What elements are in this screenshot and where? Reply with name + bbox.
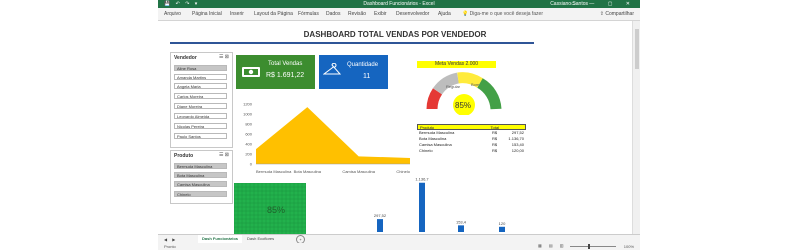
slicer-item[interactable]: Aline Rosa xyxy=(174,65,227,71)
title-bar: 💾 ↶ ↷ ▾ Dashboard Funcionários - Excel C… xyxy=(158,0,640,8)
slicer-item[interactable]: Angela Maria xyxy=(174,83,227,89)
status-ready: Pronto xyxy=(164,244,176,249)
bar[interactable] xyxy=(377,219,383,232)
gauge-label-bom: Bom xyxy=(471,82,480,87)
slicer-item[interactable]: Camisa Masculina xyxy=(174,181,227,187)
dashboard-title: DASHBOARD TOTAL VENDAS POR VENDEDOR xyxy=(303,30,487,39)
ribbon-tabs: Arquivo Página Inicial Inserir Layout da… xyxy=(158,8,640,21)
bar[interactable] xyxy=(458,225,464,232)
view-buttons[interactable]: ▦ ▤ ▥ xyxy=(538,243,567,248)
table-cell: Chinelo xyxy=(419,148,433,153)
vertical-scrollbar[interactable] xyxy=(632,21,640,234)
total-vendas-label: Total Vendas xyxy=(268,61,303,67)
scroll-thumb[interactable] xyxy=(635,29,639,69)
slicer-filter-icons[interactable]: ☰ ⊠ xyxy=(219,152,229,158)
money-icon xyxy=(242,67,260,77)
tab-ajuda[interactable]: Ajuda xyxy=(438,11,451,17)
sheet-nav-arrows[interactable]: ◀ ▶ xyxy=(164,237,177,242)
slicer-item[interactable]: Nicolas Pereira xyxy=(174,123,227,129)
total-vendas-value: R$ 1.691,22 xyxy=(266,72,305,79)
table-row: Chinelo R$ 120,00 xyxy=(417,148,526,154)
area-y-tick-label: 200 xyxy=(245,152,252,157)
tab-layout-pagina[interactable]: Layout da Página xyxy=(254,11,293,17)
product-total-table: Produto Total Bermuda Masculina R$ 297,5… xyxy=(417,124,526,154)
bar-data-label: 297,52 xyxy=(374,213,387,218)
tab-arquivo[interactable]: Arquivo xyxy=(164,11,181,17)
slicer-item[interactable]: Amanda Martins xyxy=(174,74,227,80)
area-y-tick-label: 1000 xyxy=(243,112,253,117)
slicer-item[interactable]: Leonardo Almeida xyxy=(174,113,227,119)
tab-revisao[interactable]: Revisão xyxy=(348,11,366,17)
gauge-percent: 85% xyxy=(455,101,471,110)
zoom-slider-knob[interactable] xyxy=(588,244,590,249)
zoom-slider[interactable] xyxy=(570,246,616,247)
quantidade-label: Quantidade xyxy=(347,62,379,68)
title-underline xyxy=(170,42,534,44)
bar-chart[interactable]: 297,52 1.136,7 153,4 120 xyxy=(310,170,520,234)
gauge-chart: Regular Bom 85% xyxy=(426,72,502,115)
slicer-item[interactable]: Carlos Moreira xyxy=(174,93,227,99)
zoom-level[interactable]: 100% xyxy=(624,244,634,249)
tab-inserir[interactable]: Inserir xyxy=(230,11,244,17)
waffle-chart: 85% xyxy=(234,183,306,234)
share-label: Compartilhar xyxy=(605,11,634,17)
share-button[interactable]: ⇪ Compartilhar xyxy=(600,11,634,17)
slicer-item[interactable]: Bota Masculina xyxy=(174,172,227,178)
slicer-produto-title: Produto xyxy=(174,153,194,159)
tab-formulas[interactable]: Fórmulas xyxy=(298,11,319,17)
area-x-tick-label: Bermuda Masculina xyxy=(256,169,292,174)
bar-data-label: 1.136,7 xyxy=(415,177,429,182)
tell-me-text: Diga-me o que você deseja fazer xyxy=(469,11,543,17)
slicer-item[interactable]: Bermuda Masculina xyxy=(174,163,227,169)
hanger-icon xyxy=(323,63,341,75)
tab-pagina-inicial[interactable]: Página Inicial xyxy=(192,11,222,17)
table-cell: R$ xyxy=(492,148,498,153)
bar[interactable] xyxy=(419,182,425,232)
area-y-tick-label: 800 xyxy=(245,122,252,127)
slicer-vendedor-title: Vendedor xyxy=(174,55,197,61)
gauge-label-regular: Regular xyxy=(446,84,461,89)
waffle-percent: 85% xyxy=(267,205,285,215)
slicer-filter-icons[interactable]: ☰ ⊠ xyxy=(219,54,229,60)
slicer-item[interactable]: Chinelo xyxy=(174,191,227,197)
tab-dados[interactable]: Dados xyxy=(326,11,340,17)
table-cell: 120,00 xyxy=(511,148,524,153)
window-controls[interactable]: ▭ — ▢ ✕ xyxy=(571,0,636,8)
tab-desenvolvedor[interactable]: Desenvolvedor xyxy=(396,11,429,17)
excel-window: 💾 ↶ ↷ ▾ Dashboard Funcionários - Excel C… xyxy=(158,0,640,250)
slicer-item[interactable]: Diane Moreira xyxy=(174,103,227,109)
quantidade-card: Quantidade 11 xyxy=(319,55,388,89)
gauge-title: Meta Vendas 2.000 xyxy=(417,61,496,68)
slicer-produto[interactable]: Produto ☰ ⊠ Bermuda Masculina Bota Mascu… xyxy=(170,150,233,204)
slicer-item[interactable]: Paulo Santos xyxy=(174,133,227,139)
area-y-tick-label: 0 xyxy=(250,162,253,167)
slicer-vendedor[interactable]: Vendedor ☰ ⊠ Aline Rosa Amanda Martins A… xyxy=(170,52,233,148)
total-vendas-card: Total Vendas R$ 1.691,22 xyxy=(236,55,315,89)
area-series xyxy=(256,107,410,164)
area-y-tick-label: 600 xyxy=(245,132,252,137)
tell-me-search[interactable]: 💡 Diga-me o que você deseja fazer xyxy=(462,11,543,17)
area-chart[interactable]: 120010008006004002000 Bermuda Masculina B… xyxy=(234,96,416,176)
area-y-tick-label: 1200 xyxy=(243,102,253,107)
status-bar: Pronto ▦ ▤ ▥ 100% xyxy=(158,243,640,250)
bar-data-label: 153,4 xyxy=(456,219,467,224)
gauge-segment-green xyxy=(476,78,502,110)
area-y-tick-label: 400 xyxy=(245,142,252,147)
quantidade-value: 11 xyxy=(363,73,371,80)
tab-exibir[interactable]: Exibir xyxy=(374,11,387,17)
bar-data-label: 120 xyxy=(499,221,506,226)
bar[interactable] xyxy=(499,226,505,232)
sheet-tab-dash-ecoflores[interactable]: Dash Ecoflores xyxy=(244,235,277,243)
gauge-segment-red xyxy=(426,88,443,110)
